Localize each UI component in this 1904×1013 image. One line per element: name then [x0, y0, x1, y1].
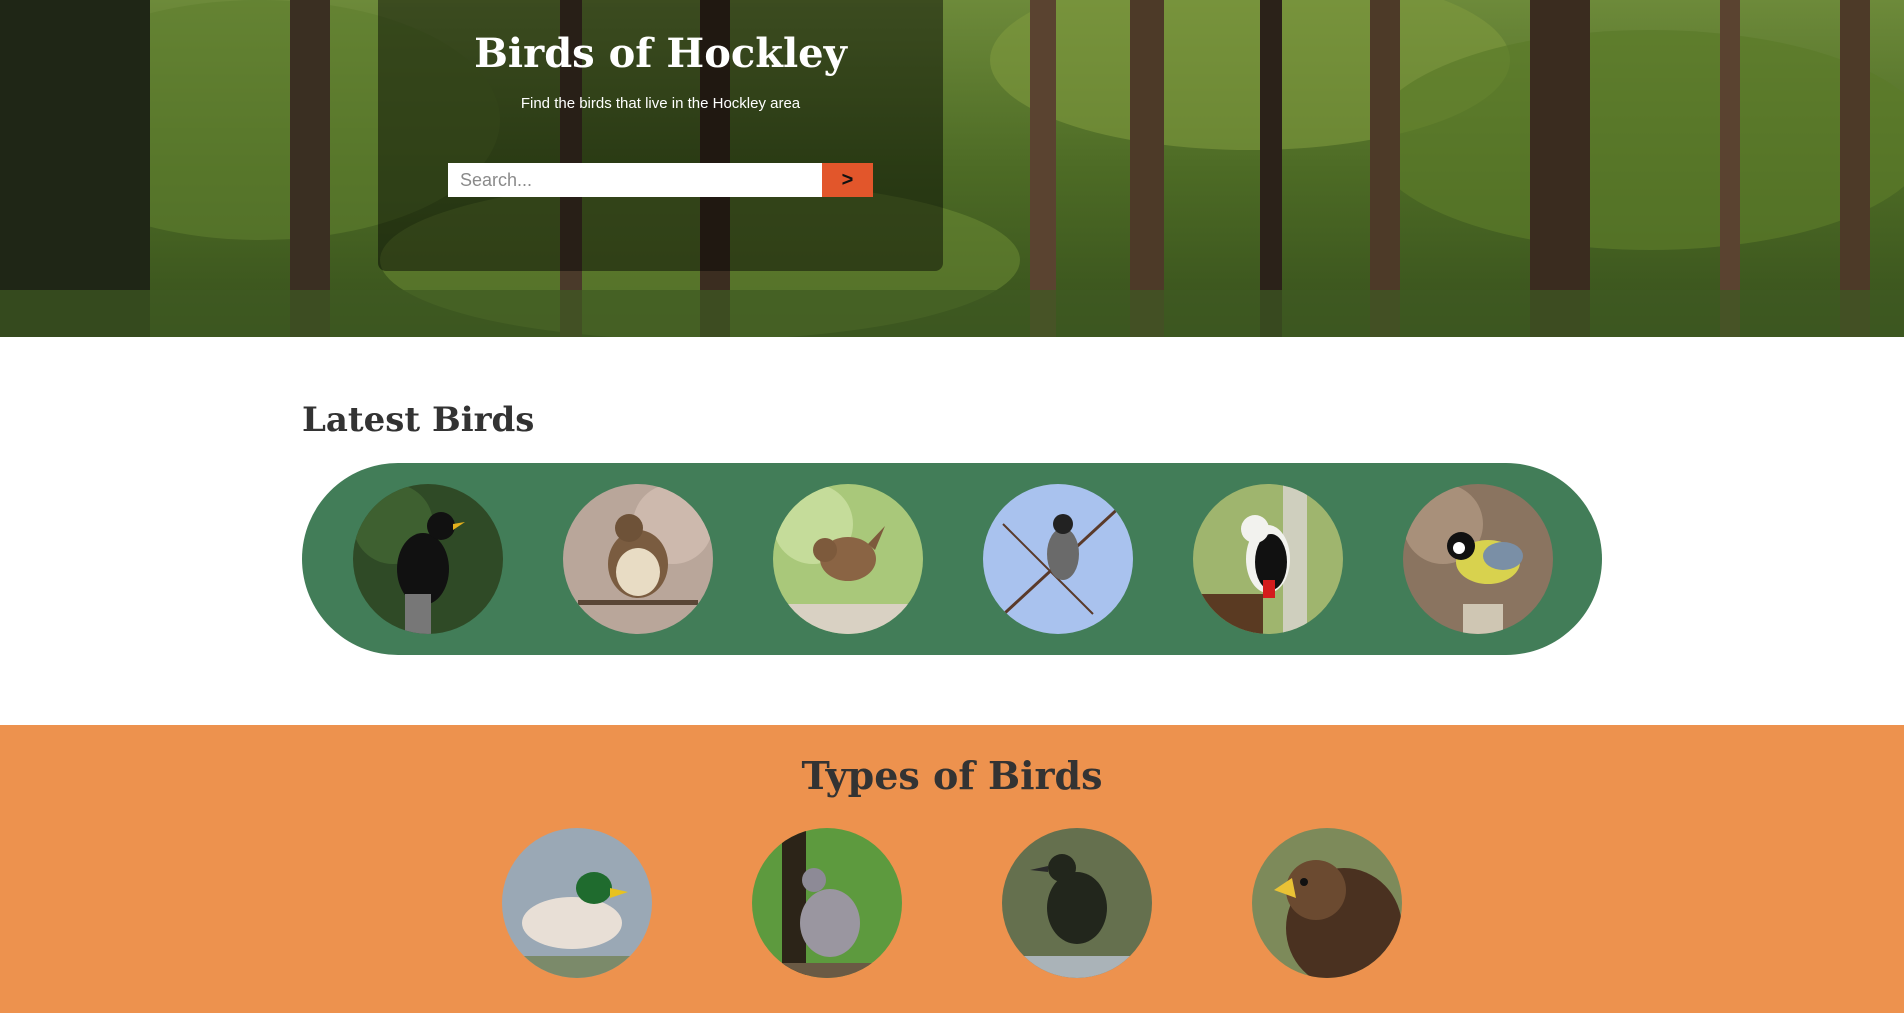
latest-birds-heading: Latest Birds [302, 400, 535, 440]
types-of-birds-section: Types of Birds [0, 725, 1904, 1013]
types-of-birds-heading: Types of Birds [801, 753, 1103, 798]
mallard-duck-photo[interactable] [502, 828, 652, 978]
search-submit-button[interactable]: > [822, 163, 873, 197]
eagle-photo[interactable] [1252, 828, 1402, 978]
search-input[interactable] [448, 163, 822, 197]
site-subtitle: Find the birds that live in the Hockley … [520, 95, 801, 112]
wood-pigeon-photo[interactable] [752, 828, 902, 978]
wren-photo[interactable] [773, 484, 923, 634]
great-spotted-woodpecker-photo[interactable] [1193, 484, 1343, 634]
hero-banner: Birds of Hockley Find the birds that liv… [0, 0, 1904, 337]
latest-birds-carousel [302, 463, 1602, 655]
song-thrush-photo[interactable] [563, 484, 713, 634]
site-title: Birds of Hockley [474, 30, 847, 77]
blackbird-photo[interactable] [353, 484, 503, 634]
great-tit-photo[interactable] [1403, 484, 1553, 634]
forest-background-image [0, 0, 1904, 337]
starling-photo[interactable] [1002, 828, 1152, 978]
blackcap-photo[interactable] [983, 484, 1133, 634]
